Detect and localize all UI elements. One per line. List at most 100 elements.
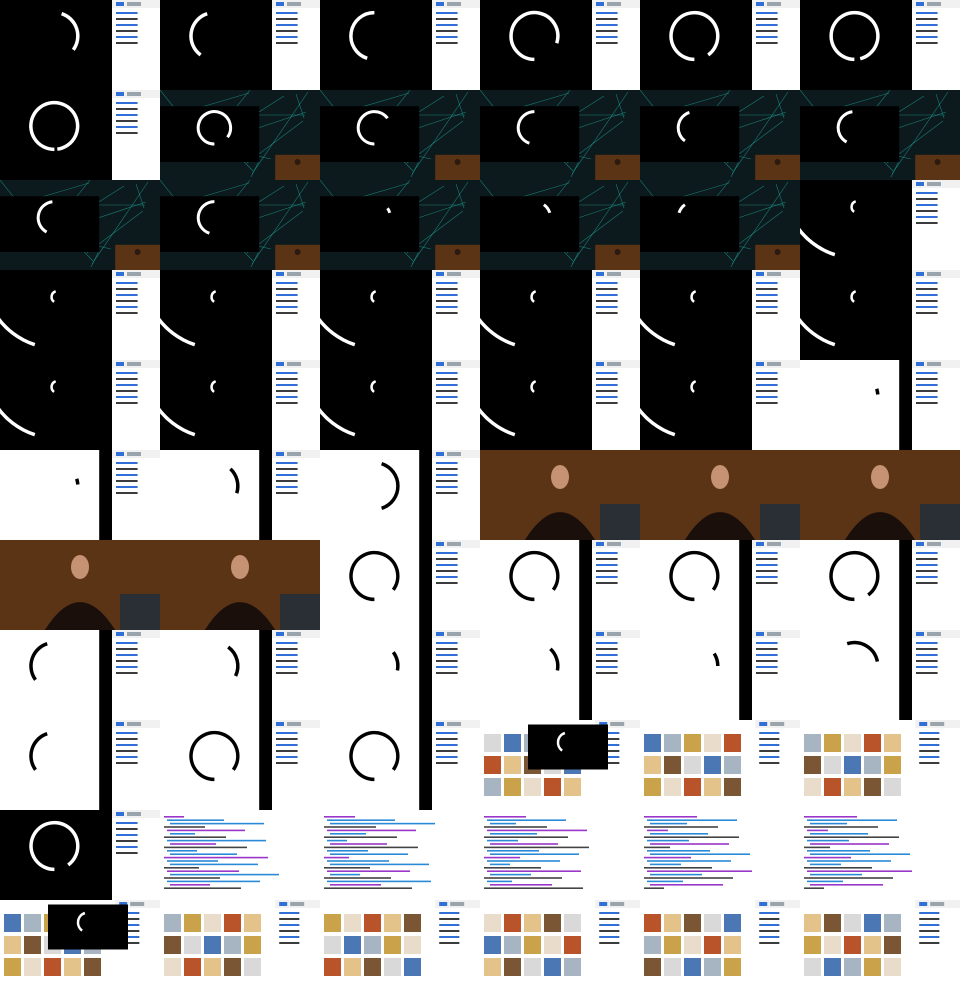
frame-tile-bigarc	[800, 270, 960, 360]
frame-tile-bigarc	[640, 270, 800, 360]
frame-tile-bigarc	[0, 360, 160, 450]
frame-tile-devtools	[480, 540, 640, 630]
frame-tile-bigarc	[320, 360, 480, 450]
frame-tile-devtools	[800, 630, 960, 720]
frame-canvas	[160, 180, 320, 270]
frame-canvas	[480, 180, 640, 270]
frame-canvas	[800, 540, 960, 630]
frame-tile-stage	[160, 90, 320, 180]
frame-canvas	[320, 180, 480, 270]
frame-canvas	[480, 900, 640, 990]
frame-canvas	[160, 720, 320, 810]
frame-canvas	[160, 360, 320, 450]
frame-tile-speaker	[480, 450, 640, 540]
frame-tile-bigarc	[800, 180, 960, 270]
frame-tile-devtools	[0, 450, 160, 540]
frame-tile-devtools	[640, 630, 800, 720]
frame-canvas	[640, 450, 800, 540]
frame-canvas	[640, 360, 800, 450]
frame-canvas	[640, 900, 800, 990]
frame-canvas	[800, 900, 960, 990]
frame-canvas	[800, 180, 960, 270]
frame-canvas	[0, 540, 160, 630]
frame-canvas	[0, 360, 160, 450]
frame-tile-images	[480, 900, 640, 990]
frame-canvas	[160, 270, 320, 360]
frame-canvas	[0, 270, 160, 360]
frame-tile-devtools	[320, 0, 480, 90]
frame-canvas	[160, 900, 320, 990]
frame-tile-devtools	[160, 630, 320, 720]
frame-tile-stage	[480, 90, 640, 180]
frame-canvas	[800, 630, 960, 720]
frame-tile-devtools	[160, 0, 320, 90]
frame-canvas	[320, 540, 480, 630]
frame-canvas	[480, 360, 640, 450]
frame-tile-images	[640, 720, 800, 810]
frame-tile-devtools	[0, 630, 160, 720]
frame-canvas	[640, 540, 800, 630]
frame-tile-devtools	[480, 0, 640, 90]
frame-tile-speaker	[640, 450, 800, 540]
frame-canvas	[800, 450, 960, 540]
frame-canvas	[480, 90, 640, 180]
frame-tile-bigarc	[160, 360, 320, 450]
frame-canvas	[800, 720, 960, 810]
frame-canvas	[320, 900, 480, 990]
frame-canvas	[480, 450, 640, 540]
frame-tile-devtools	[800, 360, 960, 450]
frame-tile-images	[160, 900, 320, 990]
frame-canvas	[160, 810, 320, 900]
frame-tile-speaker	[0, 540, 160, 630]
frame-tile-images	[800, 900, 960, 990]
frame-canvas	[0, 720, 160, 810]
frame-canvas	[0, 900, 160, 990]
frame-tile-devtools	[320, 720, 480, 810]
frame-tile-stage	[0, 180, 160, 270]
frame-canvas	[800, 810, 960, 900]
frame-canvas	[160, 450, 320, 540]
frame-canvas	[160, 540, 320, 630]
frame-tile-bigarc	[480, 270, 640, 360]
frame-tile-devtools	[320, 630, 480, 720]
frame-tile-bigarc	[160, 270, 320, 360]
frame-canvas	[0, 90, 160, 180]
frame-tile-bigarc	[0, 270, 160, 360]
frame-tile-bigarc	[320, 270, 480, 360]
frame-tile-bigarc	[480, 360, 640, 450]
frame-canvas	[640, 810, 800, 900]
frame-tile-images	[800, 720, 960, 810]
frame-tile-devtools	[0, 90, 160, 180]
frame-tile-stage	[800, 90, 960, 180]
frame-tile-stage	[160, 180, 320, 270]
frame-grid	[0, 0, 960, 990]
frame-canvas	[800, 360, 960, 450]
frame-canvas	[480, 540, 640, 630]
frame-canvas	[0, 630, 160, 720]
frame-canvas	[480, 810, 640, 900]
frame-canvas	[160, 630, 320, 720]
frame-canvas	[0, 0, 160, 90]
frame-tile-devtools	[800, 0, 960, 90]
frame-tile-devtools	[480, 630, 640, 720]
frame-canvas	[320, 810, 480, 900]
frame-tile-images	[0, 900, 160, 990]
frame-canvas	[480, 270, 640, 360]
frame-tile-code	[640, 810, 800, 900]
frame-canvas	[640, 0, 800, 90]
frame-canvas	[160, 90, 320, 180]
frame-canvas	[320, 270, 480, 360]
frame-tile-stage	[480, 180, 640, 270]
frame-tile-devtools	[0, 0, 160, 90]
frame-canvas	[0, 450, 160, 540]
frame-tile-stage	[320, 90, 480, 180]
frame-canvas	[160, 0, 320, 90]
frame-tile-speaker	[800, 450, 960, 540]
frame-tile-images	[640, 900, 800, 990]
frame-canvas	[480, 630, 640, 720]
frame-tile-code	[160, 810, 320, 900]
frame-tile-devtools	[160, 450, 320, 540]
frame-tile-images	[480, 720, 640, 810]
frame-tile-devtools	[0, 720, 160, 810]
frame-tile-stage	[640, 180, 800, 270]
